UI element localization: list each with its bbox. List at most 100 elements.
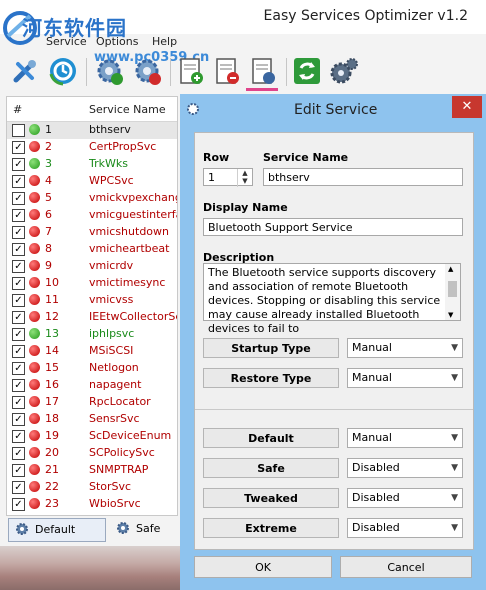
table-row[interactable]: ✓ 11 vmicvss — [7, 292, 177, 309]
spin-up-icon[interactable]: ▲ — [238, 169, 252, 177]
table-row[interactable]: ✓ 12 IEEtwCollectorService — [7, 309, 177, 326]
row-checkbox[interactable]: ✓ — [12, 345, 25, 358]
table-row[interactable]: ✓ 5 vmickvpexchange — [7, 190, 177, 207]
row-service-name: napagent — [89, 378, 142, 391]
row-checkbox[interactable]: ✓ — [12, 447, 25, 460]
row-spin-buttons[interactable]: ▲ ▼ — [237, 169, 252, 187]
cancel-button[interactable]: Cancel — [340, 556, 472, 578]
status-dot-icon — [29, 260, 40, 271]
tools-icon[interactable] — [10, 56, 40, 86]
row-checkbox[interactable] — [12, 124, 25, 137]
row-number: 15 — [45, 361, 59, 374]
row-service-name: CertPropSvc — [89, 140, 157, 153]
row-number: 21 — [45, 463, 59, 476]
apply-icon[interactable] — [94, 56, 124, 86]
row-stepper[interactable]: 1 ▲ ▼ — [203, 168, 253, 187]
table-row[interactable]: ✓ 17 RpcLocator — [7, 394, 177, 411]
row-checkbox[interactable]: ✓ — [12, 209, 25, 222]
scroll-down-icon[interactable]: ▼ — [448, 311, 453, 319]
column-header-number[interactable]: # — [13, 103, 22, 116]
remove-service-icon[interactable] — [212, 56, 242, 86]
menu-service[interactable]: Service — [46, 35, 87, 48]
status-dot-icon — [29, 192, 40, 203]
row-number: 23 — [45, 497, 59, 510]
add-service-icon[interactable] — [176, 56, 206, 86]
row-checkbox[interactable]: ✓ — [12, 294, 25, 307]
table-row[interactable]: ✓ 19 ScDeviceEnum — [7, 428, 177, 445]
row-checkbox[interactable]: ✓ — [12, 175, 25, 188]
spin-down-icon[interactable]: ▼ — [238, 177, 252, 185]
column-header-service-name[interactable]: Service Name — [89, 103, 166, 116]
settings-icon[interactable] — [328, 56, 358, 86]
table-row[interactable]: ✓ 7 vmicshutdown — [7, 224, 177, 241]
description-textarea[interactable]: The Bluetooth service supports discovery… — [203, 263, 461, 335]
service-list[interactable]: # Service Name 1 bthserv ✓ 2 CertPropSvc ✓ 3 Tr… — [6, 96, 178, 516]
edit-service-icon[interactable] — [248, 56, 278, 86]
menu-help[interactable]: Help — [152, 35, 177, 48]
row-checkbox[interactable]: ✓ — [12, 277, 25, 290]
row-service-name: SCPolicySvc — [89, 446, 155, 459]
extreme-profile-select[interactable]: Disabled ▼ — [347, 518, 463, 538]
description-scrollbar[interactable]: ▲ ▼ — [445, 264, 460, 320]
display-name-field[interactable]: Bluetooth Support Service — [203, 218, 463, 236]
tweaked-profile-select[interactable]: Disabled ▼ — [347, 488, 463, 508]
table-row[interactable]: ✓ 2 CertPropSvc — [7, 139, 177, 156]
row-checkbox[interactable]: ✓ — [12, 192, 25, 205]
tweaked-profile-label: Tweaked — [203, 488, 339, 508]
row-checkbox[interactable]: ✓ — [12, 498, 25, 511]
default-profile-select[interactable]: Manual ▼ — [347, 428, 463, 448]
stop-icon[interactable] — [132, 56, 162, 86]
restore-icon[interactable] — [48, 56, 78, 86]
profile-tab-default[interactable]: Default — [8, 518, 106, 542]
table-row[interactable]: ✓ 23 WbioSrvc — [7, 496, 177, 513]
table-row[interactable]: ✓ 4 WPCSvc — [7, 173, 177, 190]
row-service-name: vmicrdv — [89, 259, 134, 272]
table-row[interactable]: ✓ 3 TrkWks — [7, 156, 177, 173]
table-row[interactable]: ✓ 8 vmicheartbeat — [7, 241, 177, 258]
row-checkbox[interactable]: ✓ — [12, 226, 25, 239]
table-row[interactable]: ✓ 20 SCPolicySvc — [7, 445, 177, 462]
table-row[interactable]: ✓ 18 SensrSvc — [7, 411, 177, 428]
row-checkbox[interactable]: ✓ — [12, 430, 25, 443]
table-row[interactable]: ✓ 13 iphlpsvc — [7, 326, 177, 343]
table-row[interactable]: 1 bthserv — [7, 122, 177, 139]
row-checkbox[interactable]: ✓ — [12, 141, 25, 154]
table-row[interactable]: ✓ 22 StorSvc — [7, 479, 177, 496]
table-row[interactable]: ✓ 10 vmictimesync — [7, 275, 177, 292]
table-row[interactable]: ✓ 6 vmicguestinterface — [7, 207, 177, 224]
table-row[interactable]: ✓ 15 Netlogon — [7, 360, 177, 377]
row-checkbox[interactable]: ✓ — [12, 379, 25, 392]
row-checkbox[interactable]: ✓ — [12, 311, 25, 324]
safe-profile-select[interactable]: Disabled ▼ — [347, 458, 463, 478]
row-checkbox[interactable]: ✓ — [12, 413, 25, 426]
startup-type-select[interactable]: Manual ▼ — [347, 338, 463, 358]
row-checkbox[interactable]: ✓ — [12, 243, 25, 256]
restore-type-select[interactable]: Manual ▼ — [347, 368, 463, 388]
divider — [195, 409, 473, 410]
row-label: Row — [203, 151, 230, 164]
table-row[interactable]: ✓ 14 MSiSCSI — [7, 343, 177, 360]
table-row[interactable]: ✓ 16 napagent — [7, 377, 177, 394]
dialog-panel: Row 1 ▲ ▼ Service Name bthserv Display N… — [194, 132, 474, 550]
row-checkbox[interactable]: ✓ — [12, 158, 25, 171]
scroll-thumb[interactable] — [448, 281, 457, 297]
row-checkbox[interactable]: ✓ — [12, 481, 25, 494]
menu-bar: Service Options Help — [0, 34, 486, 52]
menu-options[interactable]: Options — [96, 35, 138, 48]
row-checkbox[interactable]: ✓ — [12, 362, 25, 375]
scroll-up-icon[interactable]: ▲ — [448, 265, 453, 273]
table-row[interactable]: ✓ 9 vmicrdv — [7, 258, 177, 275]
row-checkbox[interactable]: ✓ — [12, 464, 25, 477]
refresh-icon[interactable] — [292, 56, 322, 86]
status-dot-icon — [29, 498, 40, 509]
row-checkbox[interactable]: ✓ — [12, 328, 25, 341]
ok-button[interactable]: OK — [194, 556, 332, 578]
table-row[interactable]: ✓ 21 SNMPTRAP — [7, 462, 177, 479]
extreme-profile-value: Disabled — [352, 521, 400, 534]
row-checkbox[interactable]: ✓ — [12, 260, 25, 273]
profile-tab-safe[interactable]: Safe — [110, 518, 176, 540]
row-number: 13 — [45, 327, 59, 340]
close-button[interactable]: ✕ — [452, 96, 482, 118]
row-checkbox[interactable]: ✓ — [12, 396, 25, 409]
service-name-field[interactable]: bthserv — [263, 168, 463, 186]
